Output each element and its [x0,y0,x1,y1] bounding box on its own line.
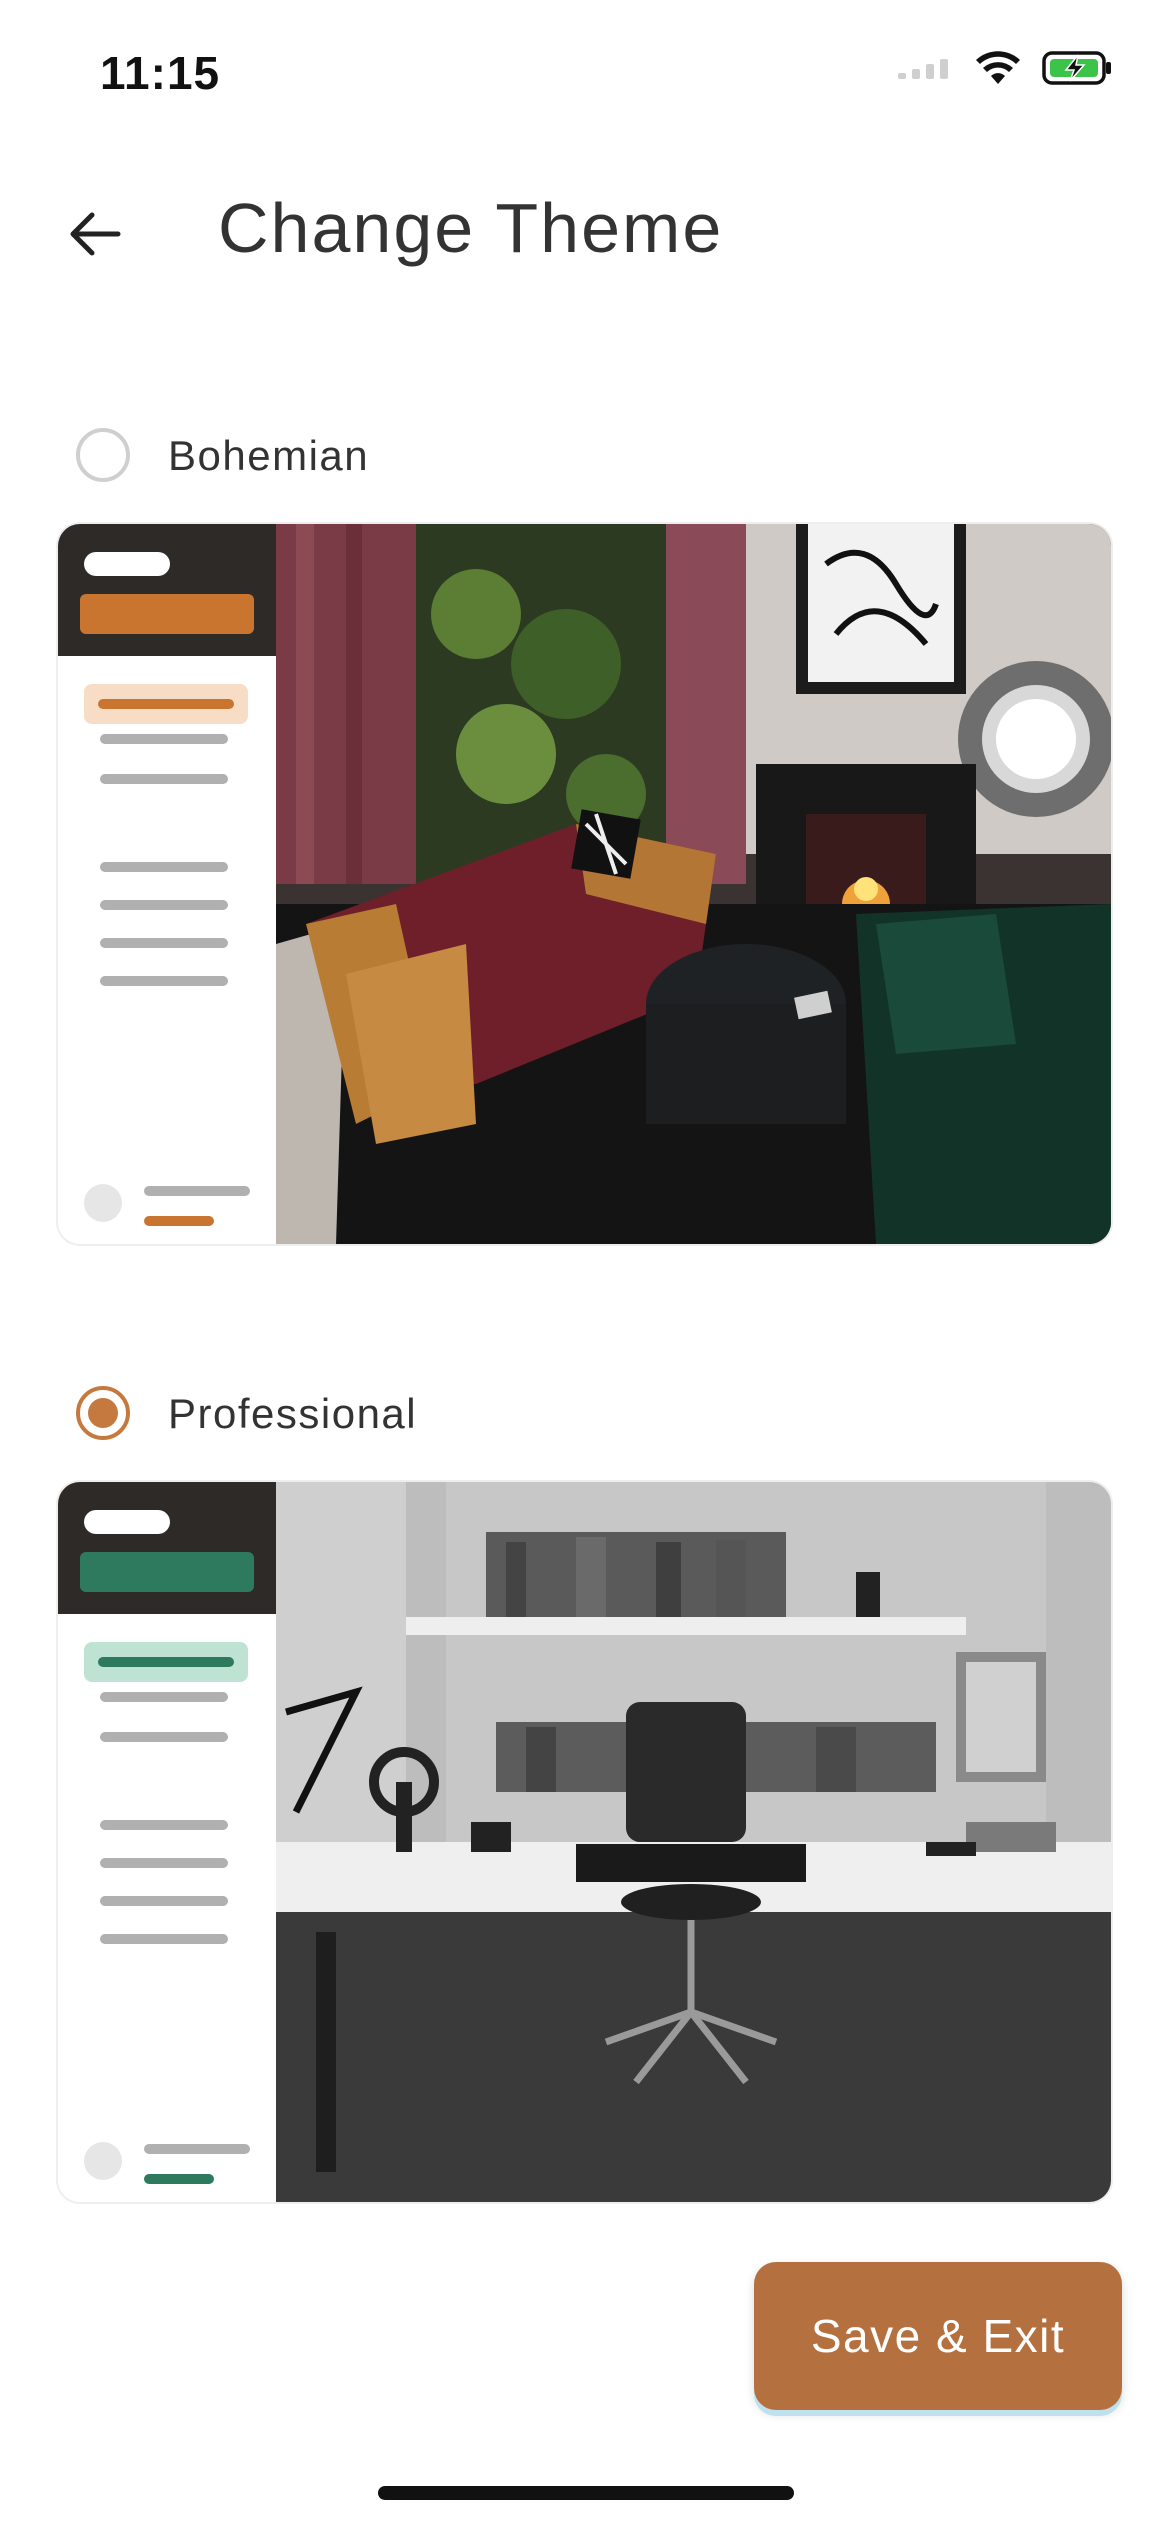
mini-footer-accent [144,2174,214,2184]
home-indicator[interactable] [378,2486,794,2500]
mini-avatar [84,2142,122,2180]
mini-footer-line [144,1186,250,1196]
status-bar: 11:15 [0,0,1170,150]
theme-option-professional[interactable]: Professional [0,1368,1170,1458]
mini-menu-line [100,976,228,986]
mini-avatar [84,1184,122,1222]
mini-menu-line [100,734,228,744]
wifi-icon [976,51,1020,84]
mini-sidebar [58,524,276,1244]
mini-menu-line [100,862,228,872]
mini-selected-item [84,1642,248,1682]
arrow-left-icon [70,212,121,256]
page-title: Change Theme [218,189,724,267]
theme-label: Professional [168,1390,418,1437]
mini-accent-button [80,594,254,634]
mini-menu-line [100,1732,228,1742]
mini-sidebar-header [58,524,276,656]
theme-option-bohemian[interactable]: Bohemian [0,410,1170,500]
mini-sidebar [58,1482,276,2202]
theme-preview-professional[interactable] [58,1482,1111,2202]
theme-label: Bohemian [168,432,370,479]
status-time: 11:15 [100,47,221,99]
status-icons [898,50,1114,86]
radio-button[interactable] [76,428,130,482]
mini-menu-line [100,1820,228,1830]
bohemian-living-room-photo [276,524,1111,1244]
radio-button-selected[interactable] [76,1386,130,1440]
theme-preview-bohemian[interactable] [58,524,1111,1244]
app-header: Change Theme [0,150,1170,310]
back-button[interactable] [54,194,134,274]
mini-footer-accent [144,1216,214,1226]
mini-menu-line [100,1896,228,1906]
professional-home-office-photo [276,1482,1111,2202]
battery-charging-icon [1042,51,1111,85]
mini-menu-line [100,1858,228,1868]
mini-footer-line [144,2144,250,2154]
save-and-exit-button[interactable]: Save & Exit [754,2262,1122,2410]
mini-logo [84,1510,170,1534]
cellular-signal-icon [898,59,948,79]
mini-menu-line [100,938,228,948]
mini-accent-button [80,1552,254,1592]
mini-menu-line [100,1692,228,1702]
mini-logo [84,552,170,576]
mini-menu-line [100,1934,228,1944]
mini-menu-line [100,774,228,784]
mini-sidebar-header [58,1482,276,1614]
mini-menu-line [100,900,228,910]
mini-selected-item [84,684,248,724]
